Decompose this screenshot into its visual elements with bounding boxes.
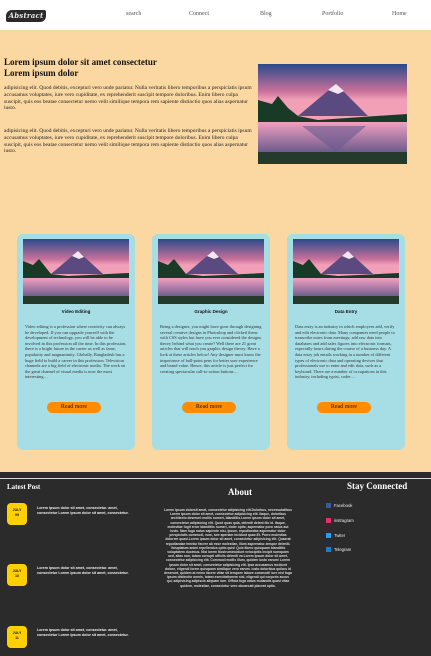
card-landscape-image — [293, 239, 399, 304]
hero-landscape-image — [258, 64, 407, 164]
stay-connected-heading: Stay Connected — [347, 481, 408, 491]
post-excerpt[interactable]: Lorem ipsum dolor sit amet, consectetur.… — [37, 628, 132, 637]
hero-section: Lorem ipsum dolor sit amet consectetur L… — [0, 30, 431, 220]
facebook-icon — [326, 503, 331, 509]
hero-title-line2: Lorem ipsum dolor — [4, 68, 79, 78]
post-excerpt[interactable]: Lorem ipsum dolor sit amet, consectetur.… — [37, 506, 132, 515]
nav-link-search[interactable]: search — [126, 11, 141, 17]
nav-link-blog[interactable]: Blog — [260, 11, 272, 17]
social-link-twitter[interactable]: Twiter — [326, 533, 346, 539]
nav-link-home[interactable]: Home — [392, 11, 407, 17]
nav-link-portfolio[interactable]: Portfolio — [322, 11, 343, 17]
hero-paragraph: adipisicing elit. Quod debitis, exceptur… — [4, 85, 252, 112]
card-title: Data Entry — [334, 309, 358, 314]
card-text: Data entry is an industry in which emplo… — [295, 324, 395, 380]
post-excerpt[interactable]: Lorem ipsum dolor sit amet, consectetur.… — [37, 566, 132, 575]
card-text: Being a designer, you might have gone th… — [160, 324, 262, 374]
card-landscape-image — [158, 239, 264, 304]
post-day: 10 — [15, 574, 19, 578]
service-card-data-entry: Data Entry Data entry is an industry in … — [287, 234, 405, 450]
social-link-instagram[interactable]: instragram — [326, 518, 354, 524]
instagram-icon — [326, 518, 331, 524]
card-text: Video editing is a profession where crea… — [25, 324, 127, 380]
read-more-button[interactable]: Read more — [317, 402, 371, 413]
read-more-button[interactable]: Read more — [182, 402, 236, 413]
service-card-video-editing: Video Editing Video editing is a profess… — [17, 234, 135, 450]
twitter-icon — [326, 533, 331, 539]
top-navbar: Abstract search Connect Blog Portfolio H… — [0, 0, 431, 30]
card-landscape-image — [23, 239, 129, 304]
social-link-telegram[interactable]: Telegram — [326, 547, 352, 553]
social-label: Facebook — [334, 503, 353, 508]
about-heading: About — [228, 487, 253, 497]
social-label: instragram — [334, 518, 354, 523]
site-logo[interactable]: Abstract — [6, 10, 46, 22]
service-card-graphic-design: Graphic Design Being a designer, you mig… — [152, 234, 270, 450]
social-label: Telegram — [334, 547, 352, 552]
telegram-icon — [326, 547, 331, 553]
about-text: Lorem ipsum dolorsit amet, consectetur a… — [164, 508, 292, 588]
card-title: Video Editing — [61, 309, 91, 314]
post-day: 09 — [15, 513, 19, 517]
latest-post-heading: Latest Post — [7, 483, 41, 491]
hero-title: Lorem ipsum dolor sit amet consectetur L… — [4, 57, 254, 79]
social-label: Twiter — [334, 533, 346, 538]
post-date-badge: JULY 10 — [7, 564, 27, 586]
post-day: 11 — [15, 636, 19, 640]
hero-paragraph: adipisicing elit. Quod debitis, exceptur… — [4, 128, 252, 155]
post-date-badge: JULY 11 — [7, 626, 27, 648]
read-more-button[interactable]: Read more — [47, 402, 101, 413]
hero-title-line1: Lorem ipsum dolor sit amet consectetur — [4, 57, 157, 67]
footer-divider — [0, 478, 431, 479]
card-title: Graphic Design — [194, 309, 228, 314]
post-date-badge: JULY 09 — [7, 503, 27, 525]
social-link-facebook[interactable]: Facebook — [326, 503, 353, 509]
nav-link-connect[interactable]: Connect — [189, 11, 209, 17]
